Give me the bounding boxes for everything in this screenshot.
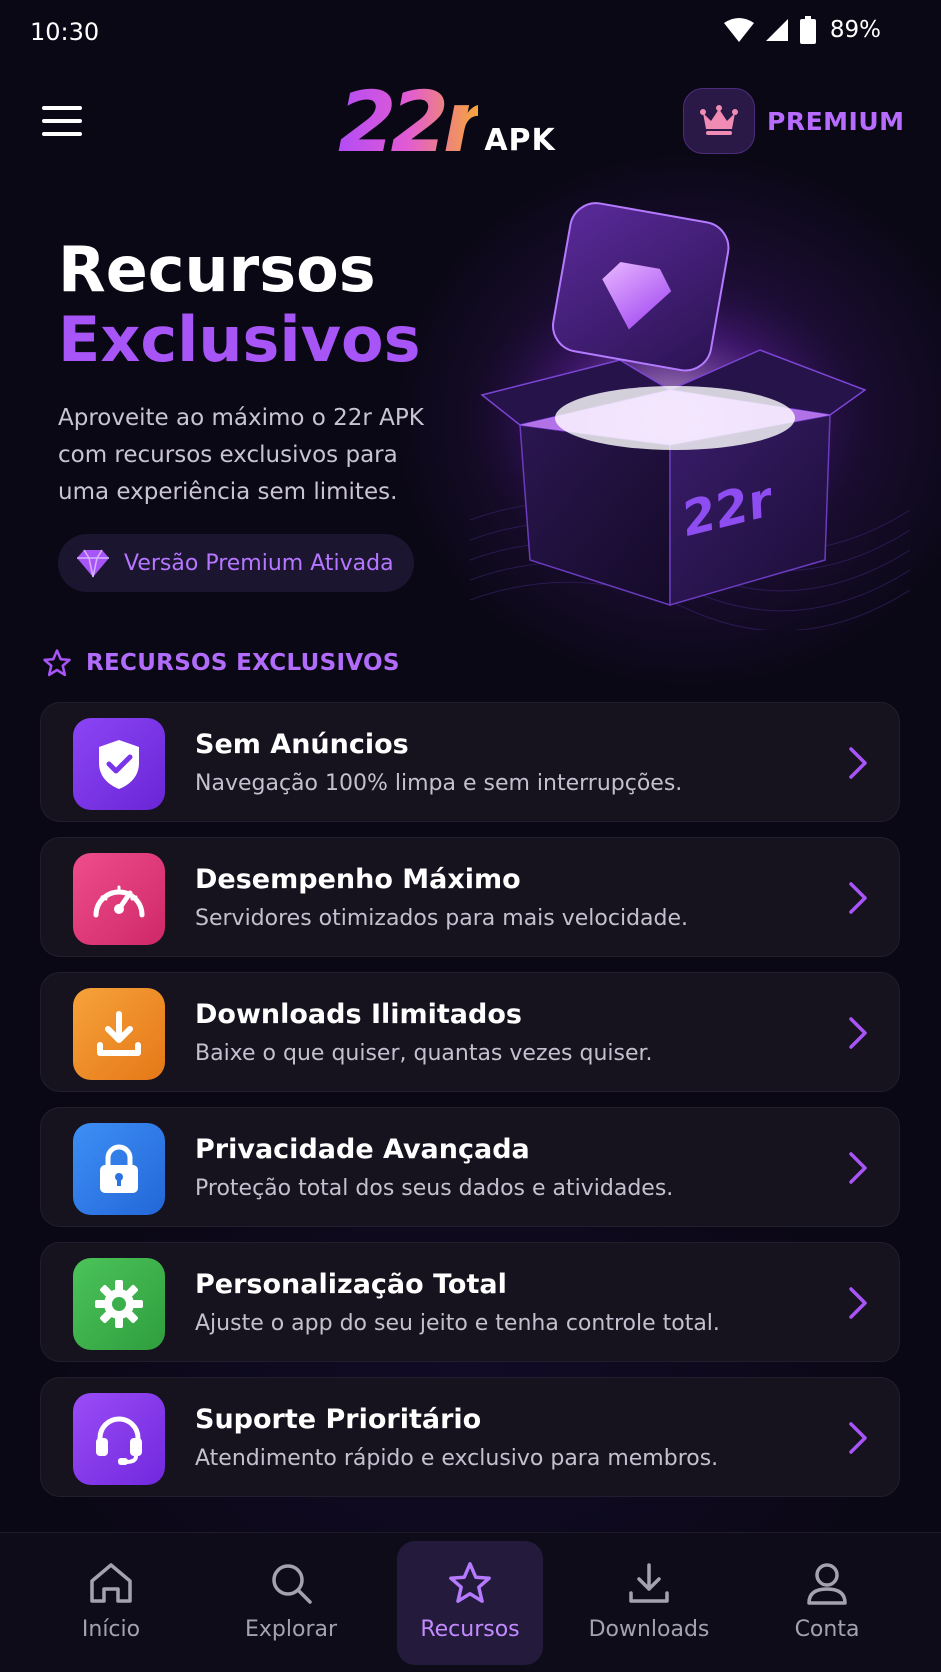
- nav-item-explorar[interactable]: Explorar: [218, 1541, 364, 1665]
- feature-title: Suporte Prioritário: [195, 1404, 482, 1435]
- hero-title-line1: Recursos: [58, 233, 376, 306]
- nav-item-downloads[interactable]: Downloads: [576, 1541, 722, 1665]
- feature-title: Desempenho Máximo: [195, 864, 521, 895]
- feature-description: Navegação 100% limpa e sem interrupções.: [195, 771, 683, 796]
- battery-percentage: 89%: [829, 17, 881, 43]
- feature-description: Baixe o que quiser, quantas vezes quiser…: [195, 1041, 653, 1066]
- feature-title: Personalização Total: [195, 1269, 507, 1300]
- search-icon: [272, 1564, 312, 1604]
- logo-sub-text: APK: [484, 123, 556, 158]
- premium-status-badge: Versão Premium Ativada: [58, 534, 414, 592]
- download-icon: [629, 1563, 669, 1603]
- premium-badge-text: Versão Premium Ativada: [124, 550, 394, 576]
- chevron-right-icon: [849, 1152, 867, 1184]
- chevron-right-icon: [849, 1422, 867, 1454]
- premium-label: PREMIUM: [767, 106, 905, 136]
- feature-card-sem-anuncios[interactable]: Sem Anúncios Navegação 100% limpa e sem …: [40, 702, 900, 822]
- battery-icon: [799, 16, 816, 44]
- feature-card-personalizacao[interactable]: Personalização Total Ajuste o app do seu…: [40, 1242, 900, 1362]
- feature-title: Privacidade Avançada: [195, 1134, 530, 1165]
- feature-card-privacidade[interactable]: Privacidade Avançada Proteção total dos …: [40, 1107, 900, 1227]
- chevron-right-icon: [849, 1017, 867, 1049]
- nav-label: Recursos: [420, 1617, 520, 1642]
- gear-icon: [73, 1258, 165, 1350]
- feature-description: Atendimento rápido e exclusivo para memb…: [195, 1446, 719, 1471]
- home-icon: [90, 1563, 132, 1603]
- star-icon: [449, 1562, 491, 1603]
- hero-description: Aproveite ao máximo o 22r APK com recurs…: [58, 405, 424, 505]
- nav-item-conta[interactable]: Conta: [754, 1541, 900, 1665]
- wifi-icon: [723, 18, 754, 42]
- speedometer-icon: [73, 853, 165, 945]
- signal-icon: [765, 19, 788, 41]
- feature-description: Servidores otimizados para mais velocida…: [195, 906, 689, 931]
- feature-card-suporte[interactable]: Suporte Prioritário Atendimento rápido e…: [40, 1377, 900, 1497]
- lock-icon: [73, 1123, 165, 1215]
- user-icon: [807, 1563, 847, 1605]
- logo-main-text: 22r: [338, 73, 484, 171]
- status-time: 10:30: [30, 18, 100, 46]
- bottom-navigation: Início Explorar Recursos Downloads Conta: [0, 1532, 941, 1672]
- nav-label: Downloads: [588, 1617, 710, 1642]
- menu-button[interactable]: [42, 106, 84, 142]
- feature-title: Downloads Ilimitados: [195, 999, 522, 1030]
- premium-button[interactable]: PREMIUM: [683, 88, 905, 154]
- crown-icon: [683, 88, 755, 154]
- app-logo: 22r APK: [338, 80, 556, 164]
- premium-box-illustration: 22r: [470, 202, 910, 630]
- nav-label: Explorar: [244, 1617, 338, 1642]
- star-outline-icon: [43, 649, 71, 677]
- feature-card-downloads[interactable]: Downloads Ilimitados Baixe o que quiser,…: [40, 972, 900, 1092]
- nav-label: Início: [81, 1617, 141, 1642]
- chevron-right-icon: [849, 747, 867, 779]
- download-icon: [73, 988, 165, 1080]
- feature-description: Proteção total dos seus dados e atividad…: [195, 1176, 674, 1201]
- chevron-right-icon: [849, 882, 867, 914]
- feature-title: Sem Anúncios: [195, 729, 409, 760]
- shield-check-icon: [73, 718, 165, 810]
- nav-item-inicio[interactable]: Início: [38, 1541, 184, 1665]
- diamond-icon: [77, 549, 109, 578]
- section-header: RECURSOS EXCLUSIVOS: [42, 648, 400, 678]
- section-title: RECURSOS EXCLUSIVOS: [86, 650, 400, 676]
- status-bar: 10:30 89%: [0, 0, 941, 66]
- feature-description: Ajuste o app do seu jeito e tenha contro…: [195, 1311, 720, 1336]
- menu-bar: [42, 106, 82, 110]
- status-icons: 89%: [723, 16, 881, 44]
- menu-bar: [42, 132, 82, 136]
- headset-icon: [73, 1393, 165, 1485]
- feature-card-desempenho[interactable]: Desempenho Máximo Servidores otimizados …: [40, 837, 900, 957]
- hero-title-line2: Exclusivos: [58, 303, 421, 376]
- nav-item-recursos[interactable]: Recursos: [397, 1541, 543, 1665]
- nav-label: Conta: [794, 1617, 860, 1642]
- menu-bar: [42, 119, 82, 123]
- feature-list: Sem Anúncios Navegação 100% limpa e sem …: [40, 702, 900, 1512]
- app-header: 22r APK PREMIUM: [0, 80, 941, 170]
- chevron-right-icon: [849, 1287, 867, 1319]
